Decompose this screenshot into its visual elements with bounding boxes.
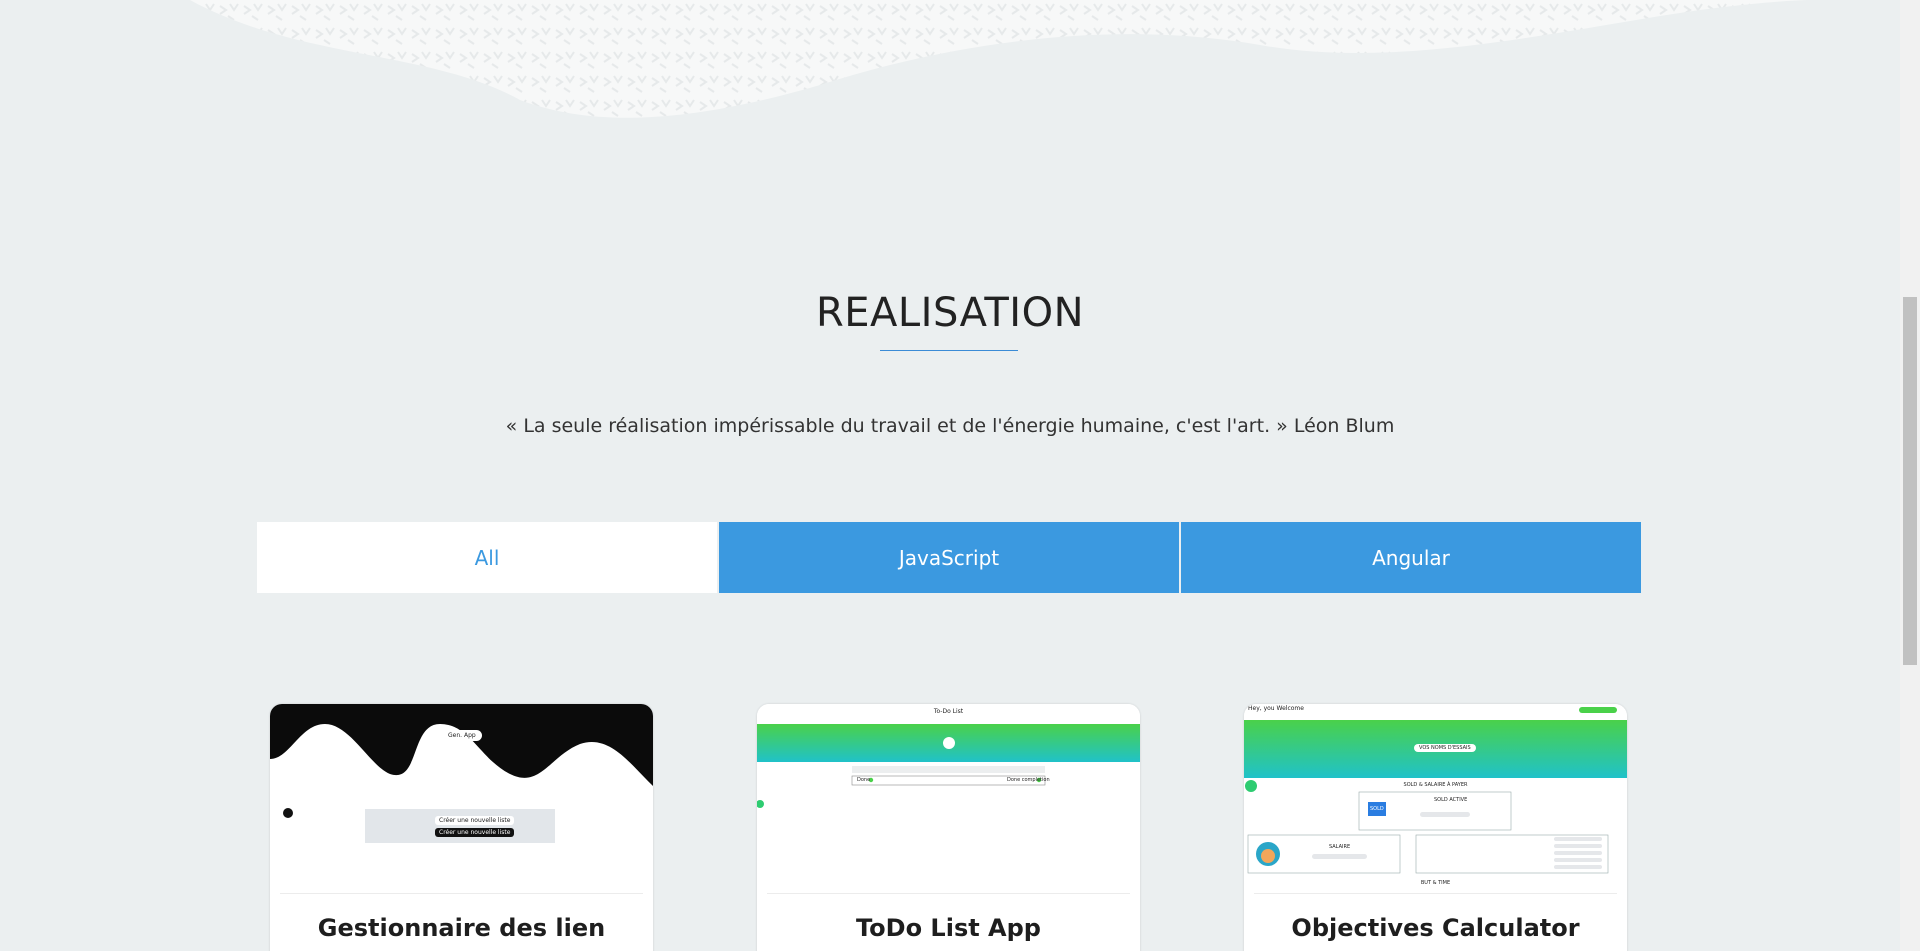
tab-all[interactable]: All (257, 522, 717, 593)
preview-bottom: BUT & TIME (1420, 880, 1451, 886)
preview-section: SOLD & SALAIRE À PAYER (1403, 782, 1468, 788)
project-title: ToDo List App (855, 914, 1041, 942)
title-underline (880, 350, 1018, 351)
scrollbar-thumb[interactable] (1903, 297, 1917, 665)
section-quote: « La seule réalisation impérissable du t… (505, 415, 1395, 437)
tab-angular[interactable]: Angular (1181, 522, 1641, 593)
preview-line1: Créer une nouvelle liste (435, 816, 515, 825)
filter-tabs: All JavaScript Angular (257, 522, 1641, 593)
project-title: Objectives Calculator (1291, 914, 1580, 942)
tab-javascript[interactable]: JavaScript (719, 522, 1179, 593)
project-thumbnail: Hey, you Welcome VOS NOMS D'ESSAIS SOLD … (1244, 704, 1627, 892)
project-card-objectives[interactable]: Hey, you Welcome VOS NOMS D'ESSAIS SOLD … (1244, 704, 1627, 951)
preview-line2: Créer une nouvelle liste (435, 828, 515, 837)
project-title: Gestionnaire des lien (317, 914, 606, 942)
project-thumbnail: Gen. App Créer une nouvelle liste Créer … (270, 704, 653, 892)
project-card-links[interactable]: Gen. App Créer une nouvelle liste Créer … (270, 704, 653, 951)
preview-pill: VOS NOMS D'ESSAIS (1414, 744, 1476, 752)
page: REALISATION « La seule réalisation impér… (0, 0, 1900, 951)
preview-header: To-Do List (933, 708, 964, 715)
wave-decoration (190, 0, 1810, 118)
preview-badge: SOLD (1370, 806, 1384, 812)
preview-salary: SALAIRE (1329, 844, 1351, 850)
project-card-todo[interactable]: To-Do List Done Done completion ToDo Lis… (757, 704, 1140, 951)
project-thumbnail: To-Do List Done Done completion (757, 704, 1140, 892)
preview-header: Hey, you Welcome (1248, 705, 1304, 712)
preview-left: Done (857, 777, 871, 783)
lock-icon (283, 808, 293, 818)
preview-box: SOLD ACTIVE (1434, 797, 1468, 803)
preview-pill: Gen. App (442, 730, 482, 741)
preview-right: Done completion (1007, 777, 1050, 783)
section-title: REALISATION (815, 290, 1085, 336)
